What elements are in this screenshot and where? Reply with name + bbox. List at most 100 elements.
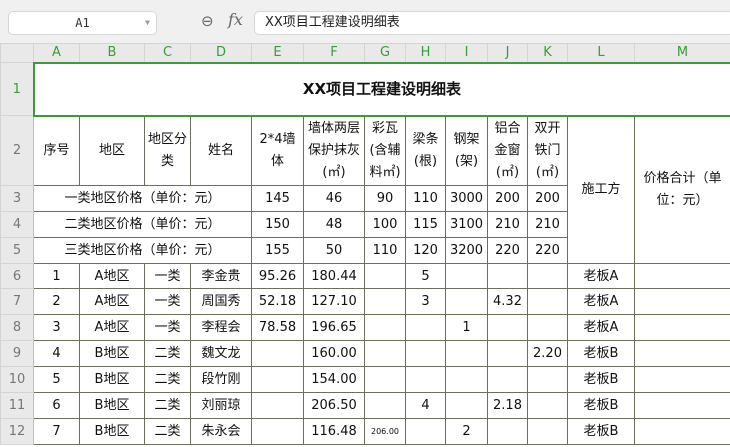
column-header-A[interactable]: A [33,43,80,63]
data-cell[interactable]: 4 [33,340,80,367]
formula-input[interactable]: XX项目工程建设明细表 [254,11,730,35]
row-header-7[interactable]: 7 [0,288,34,315]
chevron-down-icon[interactable]: ▼ [145,12,150,34]
data-cell[interactable] [364,263,406,289]
data-cell[interactable]: 180.44 [303,263,365,289]
data-cell[interactable]: 127.10 [303,288,365,315]
row-header-12[interactable]: 12 [0,418,34,445]
data-cell[interactable] [634,314,730,341]
unit-price-cell[interactable]: 3100 [445,211,488,238]
data-cell[interactable] [527,263,568,289]
data-cell[interactable] [405,340,446,367]
column-header-M[interactable]: M [634,43,730,63]
data-cell[interactable]: 一类 [144,288,191,315]
unit-price-cell[interactable]: 210 [527,211,568,238]
data-cell[interactable] [364,366,406,393]
data-cell[interactable] [487,314,528,341]
unit-price-cell[interactable]: 220 [527,237,568,264]
data-cell[interactable]: B地区 [79,366,145,393]
data-cell[interactable] [487,366,528,393]
data-cell[interactable]: 6 [33,392,80,419]
row-header-11[interactable]: 11 [0,392,34,419]
column-header-G[interactable]: G [364,43,406,63]
data-cell[interactable]: 2.18 [487,392,528,419]
price-row-label[interactable]: 一类地区价格（单价：元） [33,185,252,212]
unit-price-cell[interactable]: 150 [251,211,304,238]
data-cell[interactable]: 2 [445,418,488,445]
data-cell[interactable] [487,340,528,367]
data-cell[interactable]: 3 [33,314,80,341]
data-cell[interactable]: 3 [405,288,446,315]
column-header-D[interactable]: D [190,43,252,63]
unit-price-cell[interactable]: 46 [303,185,365,212]
data-cell[interactable]: 老板B [567,340,635,367]
column-header-I[interactable]: I [445,43,488,63]
row-header-9[interactable]: 9 [0,340,34,367]
data-cell[interactable] [251,392,304,419]
data-cell[interactable]: 二类 [144,392,191,419]
data-cell[interactable]: 魏文龙 [190,340,252,367]
row-header-8[interactable]: 8 [0,314,34,341]
column-header-B[interactable]: B [79,43,145,63]
data-cell[interactable] [251,340,304,367]
row-header-3[interactable]: 3 [0,185,34,212]
column-header-J[interactable]: J [487,43,528,63]
data-cell[interactable]: B地区 [79,418,145,445]
data-cell[interactable]: A地区 [79,263,145,289]
data-cell[interactable] [405,314,446,341]
data-cell[interactable] [634,263,730,289]
row-header-4[interactable]: 4 [0,211,34,238]
header-cell[interactable]: 梁条(根) [405,115,446,186]
data-cell[interactable] [445,392,488,419]
data-cell[interactable] [364,392,406,419]
unit-price-cell[interactable]: 220 [487,237,528,264]
data-cell[interactable]: 老板B [567,392,635,419]
data-cell[interactable]: A地区 [79,314,145,341]
data-cell[interactable] [527,392,568,419]
data-cell[interactable]: 116.48 [303,418,365,445]
header-cell[interactable]: 钢架(架) [445,115,488,186]
column-header-E[interactable]: E [251,43,304,63]
header-cell[interactable]: 墙体两层保护抹灰(㎡) [303,115,365,186]
price-row-label[interactable]: 三类地区价格（单价：元） [33,237,252,264]
header-total-price[interactable]: 价格合计（单位：元） [634,115,730,264]
data-cell[interactable]: 4 [405,392,446,419]
data-cell[interactable]: 5 [33,366,80,393]
data-cell[interactable] [445,263,488,289]
data-cell[interactable]: 5 [405,263,446,289]
data-cell[interactable] [445,340,488,367]
data-cell[interactable] [527,366,568,393]
data-cell[interactable]: 78.58 [251,314,304,341]
row-header-10[interactable]: 10 [0,366,34,393]
data-cell[interactable]: 196.65 [303,314,365,341]
unit-price-cell[interactable]: 200 [487,185,528,212]
data-cell[interactable] [405,418,446,445]
data-cell[interactable] [364,314,406,341]
name-box[interactable]: A1 ▼ [8,11,157,35]
data-cell[interactable]: 154.00 [303,366,365,393]
data-cell[interactable] [487,263,528,289]
column-header-F[interactable]: F [303,43,365,63]
data-cell[interactable]: 老板A [567,314,635,341]
data-cell[interactable] [445,366,488,393]
header-cell[interactable]: 彩瓦(含辅料㎡) [364,115,406,186]
row-header-2[interactable]: 2 [0,115,34,186]
sheet-title-cell[interactable]: XX项目工程建设明细表 [32,61,730,117]
header-cell[interactable]: 序号 [33,115,80,186]
data-cell[interactable] [445,288,488,315]
column-header-K[interactable]: K [527,43,568,63]
row-header-1[interactable]: 1 [0,62,34,116]
unit-price-cell[interactable]: 90 [364,185,406,212]
data-cell[interactable] [364,340,406,367]
price-row-label[interactable]: 二类地区价格（单价：元） [33,211,252,238]
data-cell[interactable]: 李程会 [190,314,252,341]
row-header-5[interactable]: 5 [0,237,34,264]
data-cell[interactable]: B地区 [79,392,145,419]
data-cell[interactable]: 李金贵 [190,263,252,289]
data-cell[interactable] [527,418,568,445]
row-header-6[interactable]: 6 [0,263,34,289]
data-cell[interactable]: 朱永会 [190,418,252,445]
data-cell[interactable]: 老板A [567,288,635,315]
unit-price-cell[interactable]: 155 [251,237,304,264]
header-contractor[interactable]: 施工方 [567,115,635,264]
